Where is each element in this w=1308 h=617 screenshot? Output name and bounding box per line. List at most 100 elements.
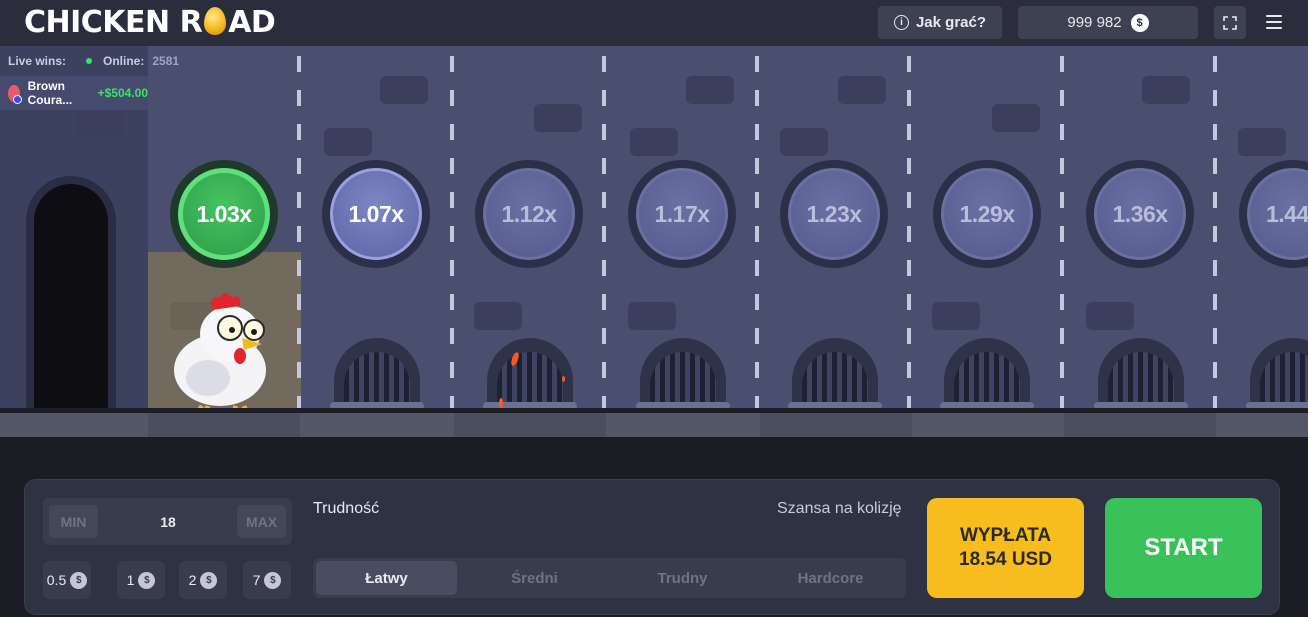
live-win-entry: Brown Coura... +$504.00 <box>0 76 148 110</box>
fullscreen-button[interactable] <box>1214 6 1246 39</box>
how-to-play-button[interactable]: i Jak grać? <box>878 6 1002 39</box>
start-doorway <box>26 176 116 416</box>
avatar <box>8 84 22 104</box>
online-label: Online: <box>103 54 145 68</box>
difficulty-selector: Łatwy Średni Trudny Hardcore <box>313 558 906 598</box>
lane-divider <box>297 56 301 411</box>
chip-value: 2 <box>188 572 197 588</box>
difficulty-label: Trudność <box>313 500 380 517</box>
quick-bet-chip[interactable]: 2 $ <box>179 561 227 599</box>
difficulty-medium-button[interactable]: Średni <box>464 561 605 595</box>
sewer-grate <box>1246 338 1308 410</box>
wall-brick <box>1142 76 1190 104</box>
lane-divider <box>907 56 911 411</box>
dollar-coin-icon: $ <box>200 571 218 589</box>
difficulty-easy-button[interactable]: Łatwy <box>316 561 457 595</box>
sewer-grate <box>330 338 424 410</box>
wall-brick <box>932 302 980 330</box>
chicken-character <box>174 293 266 412</box>
dollar-coin-icon: $ <box>138 571 156 589</box>
wall-brick <box>628 302 676 330</box>
balance-value: 999 982 <box>1067 14 1122 31</box>
lane-divider <box>602 56 606 411</box>
dollar-coin-icon: $ <box>70 571 88 589</box>
bet-amount-input[interactable]: MIN 18 MAX <box>43 498 292 545</box>
difficulty-hardcore-button[interactable]: Hardcore <box>760 561 901 595</box>
dollar-coin-icon: $ <box>264 571 282 589</box>
online-count: 2581 <box>152 54 180 68</box>
quick-bet-chip[interactable]: 7 $ <box>243 561 291 599</box>
chip-value: 1 <box>126 572 135 588</box>
game-root: CHICKEN R AD i Jak grać? 999 982 $ 1.03x… <box>0 0 1308 617</box>
multiplier-value: 1.03x <box>178 168 270 260</box>
multiplier-value: 1.17x <box>636 168 728 260</box>
multiplier-value: 1.23x <box>788 168 880 260</box>
min-bet-button[interactable]: MIN <box>49 505 98 538</box>
wall-brick <box>780 128 828 156</box>
multiplier-coin: 1.29x <box>933 160 1041 268</box>
wall-brick <box>76 108 124 136</box>
wall-brick <box>992 104 1040 132</box>
lane-divider <box>1060 56 1064 411</box>
wall-brick <box>324 128 372 156</box>
sewer-grate <box>636 338 730 410</box>
cashout-button[interactable]: WYPŁATA 18.54 USD <box>927 498 1084 598</box>
expand-icon <box>1223 15 1237 30</box>
how-to-play-label: Jak grać? <box>915 14 987 31</box>
fire-spark <box>499 398 503 408</box>
wall-brick <box>686 76 734 104</box>
live-wins-header: Live wins: Online: 2581 <box>0 46 192 76</box>
player-name: Brown Coura... <box>27 79 73 107</box>
difficulty-hard-button[interactable]: Trudny <box>612 561 753 595</box>
logo-text-start: CHICKEN R <box>24 5 203 40</box>
collision-chance-label: Szansa na kolizję <box>777 500 902 517</box>
multiplier-coin: 1.44 <box>1239 160 1308 268</box>
sewer-grate <box>788 338 882 410</box>
lane-divider <box>755 56 759 411</box>
wall-brick <box>380 76 428 104</box>
lane-divider <box>1213 56 1217 411</box>
multiplier-value: 1.36x <box>1094 168 1186 260</box>
multiplier-coin[interactable]: 1.07x <box>322 160 430 268</box>
bet-amount-value[interactable]: 18 <box>103 505 233 538</box>
quick-bet-chip[interactable]: 0.5 $ <box>43 561 91 599</box>
multiplier-value: 1.29x <box>941 168 1033 260</box>
multiplier-coin: 1.03x <box>170 160 278 268</box>
road-floor <box>0 413 1308 437</box>
multiplier-value: 1.07x <box>330 168 422 260</box>
start-button[interactable]: START <box>1105 498 1262 598</box>
cashout-label: WYPŁATA <box>959 525 1052 546</box>
sewer-grate <box>483 338 577 410</box>
dollar-coin-icon: $ <box>1130 13 1149 32</box>
win-amount: +$504.00 <box>97 86 148 100</box>
chicken-road-logo: CHICKEN R AD <box>24 5 276 41</box>
online-status-icon <box>86 58 93 64</box>
game-road: 1.03x 1.07x 1.12x 1.17x 1.23x 1.29x 1.36… <box>0 46 1308 437</box>
sewer-grate <box>1094 338 1188 410</box>
wall-brick <box>630 128 678 156</box>
chip-value: 0.5 <box>46 572 67 588</box>
hamburger-menu-icon[interactable] <box>1262 10 1286 34</box>
chip-value: 7 <box>252 572 261 588</box>
egg-icon <box>204 7 227 35</box>
wall-brick <box>1238 128 1286 156</box>
multiplier-value: 1.12x <box>483 168 575 260</box>
balance-display: 999 982 $ <box>1018 6 1198 39</box>
max-bet-button[interactable]: MAX <box>237 505 286 538</box>
multiplier-coin: 1.23x <box>780 160 888 268</box>
wall-brick <box>1086 302 1134 330</box>
sewer-grate <box>940 338 1034 410</box>
live-wins-panel: Live wins: Online: 2581 Brown Coura... +… <box>0 46 192 112</box>
multiplier-coin: 1.17x <box>628 160 736 268</box>
wall-brick <box>838 76 886 104</box>
lane-divider <box>450 56 454 411</box>
multiplier-coin: 1.12x <box>475 160 583 268</box>
live-wins-label: Live wins: <box>8 54 67 68</box>
multiplier-value: 1.44 <box>1247 168 1308 260</box>
multiplier-coin: 1.36x <box>1086 160 1194 268</box>
quick-bet-chip[interactable]: 1 $ <box>117 561 165 599</box>
info-icon: i <box>893 15 909 30</box>
wall-brick <box>534 104 582 132</box>
control-panel: MIN 18 MAX 0.5 $ 1 $ 2 $ 7 $ Trudność Szansa… <box>24 479 1280 615</box>
logo-text-end: AD <box>228 5 276 40</box>
